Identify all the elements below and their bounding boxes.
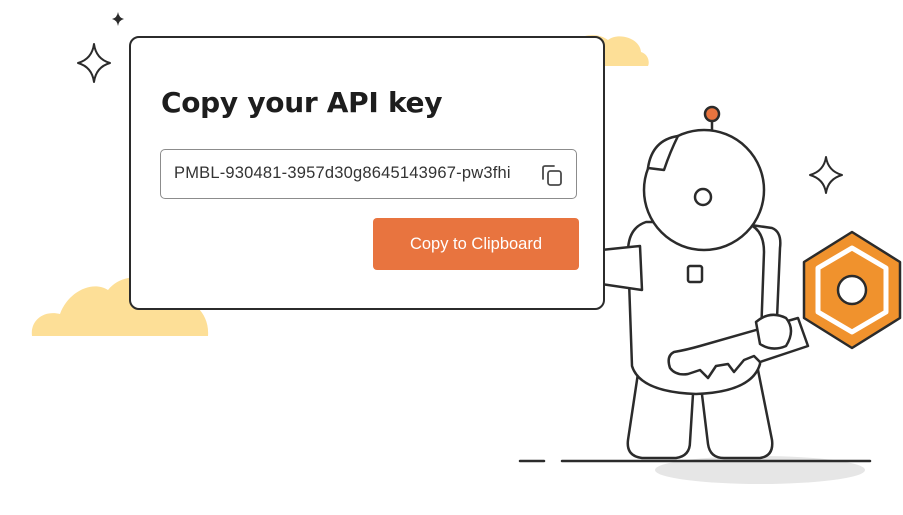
api-key-illustration: Copy your API key PMBL-930481-3957d30g86… xyxy=(0,0,903,515)
api-key-value[interactable]: PMBL-930481-3957d30g8645143967-pw3fhi xyxy=(174,164,511,183)
holding-hand xyxy=(754,313,793,350)
card-title: Copy your API key xyxy=(161,86,443,119)
copy-icon[interactable] xyxy=(539,162,565,188)
antenna-ball xyxy=(703,105,721,123)
api-key-field[interactable]: PMBL-930481-3957d30g8645143967-pw3fhi xyxy=(160,149,577,199)
sparkle-icon xyxy=(77,43,111,83)
api-key-card: Copy your API key PMBL-930481-3957d30g86… xyxy=(129,36,605,310)
copy-to-clipboard-button[interactable]: Copy to Clipboard xyxy=(373,218,579,270)
chest-button xyxy=(686,264,704,284)
sparkle-icon xyxy=(809,156,843,194)
sparkle-icon xyxy=(112,12,124,26)
eye xyxy=(693,187,713,207)
